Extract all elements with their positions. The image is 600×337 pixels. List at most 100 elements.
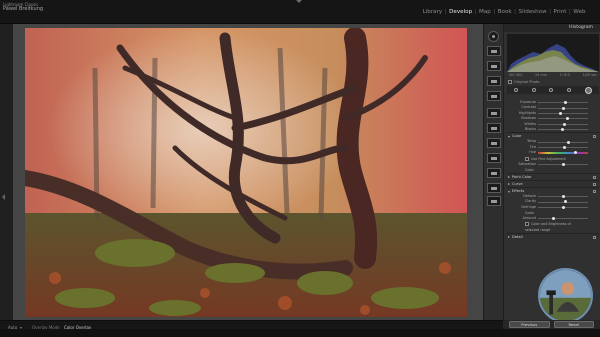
tool-strip (483, 24, 503, 320)
show-range-checkbox[interactable] (525, 222, 529, 227)
expand-left-panel-icon[interactable] (2, 194, 5, 200)
forest-photo[interactable] (25, 28, 467, 317)
shutter-readout: 1/25 sec (582, 73, 597, 77)
graduated-filter-icon[interactable] (487, 108, 501, 118)
slider-label: Highlights (518, 110, 536, 115)
identity-plate: Lightroom Classic Pawel Breitkung (3, 2, 43, 12)
hue-track[interactable] (538, 152, 588, 154)
section-toggle[interactable] (593, 175, 596, 179)
section-title: Color (512, 134, 522, 139)
slider-knob[interactable] (564, 200, 567, 204)
crop-tool-icon[interactable] (487, 46, 501, 56)
section-point-color[interactable]: Point Color (507, 172, 599, 180)
luminance-range-icon[interactable] (487, 183, 501, 193)
collapse-top-panel-icon[interactable] (296, 0, 302, 3)
slider-label: Contrast (521, 105, 537, 110)
redeye-icon[interactable] (549, 88, 554, 92)
slider-track[interactable] (538, 118, 588, 120)
show-range-label: Color and Brightness of (531, 222, 571, 227)
slider-track[interactable] (538, 102, 588, 104)
red-eye-icon[interactable] (487, 76, 501, 86)
mask-icon[interactable] (567, 88, 572, 92)
histogram-header[interactable]: Histogram (504, 24, 600, 32)
slider-knob[interactable] (564, 101, 567, 105)
heal-icon[interactable] (531, 88, 536, 92)
slider-label: Whites (524, 121, 536, 126)
module-slideshow[interactable]: Slideshow (516, 9, 549, 15)
slider-track[interactable] (538, 218, 588, 220)
module-picker: Library | Develop | Map | Book | Slideshow | … (420, 9, 588, 15)
section-detail[interactable]: Detail (507, 233, 599, 240)
original-photo-label: Original Photo (514, 80, 540, 84)
original-photo-row[interactable]: Original Photo (508, 80, 598, 84)
reset-button[interactable]: Reset (553, 321, 594, 328)
slider-track[interactable] (538, 113, 588, 114)
slider-knob[interactable] (562, 145, 566, 149)
slider-label: Exposure (520, 100, 536, 104)
module-book[interactable]: Book (495, 9, 514, 15)
spot-removal-icon[interactable] (487, 61, 501, 71)
color-label: Color (525, 167, 534, 172)
section-toggle[interactable] (593, 236, 596, 240)
slider-label: Amount (522, 216, 536, 221)
slider-knob[interactable] (565, 117, 569, 121)
section-toggle[interactable] (593, 135, 596, 139)
settings-icon[interactable] (487, 196, 501, 206)
user-name: Pawel Breitkung (3, 6, 44, 12)
panel-button-row: Previous Reset (503, 320, 600, 329)
adjustment-sliders: Exposure Contrast Highlights Shadows Whi… (507, 100, 599, 240)
original-photo-checkbox[interactable] (508, 80, 512, 84)
presenter-photo (540, 270, 591, 321)
fine-adjustment-label: Use Fine Adjustment (531, 156, 566, 161)
section-color[interactable]: Color (507, 132, 599, 139)
color-range-icon[interactable] (487, 168, 501, 178)
slider-knob[interactable] (551, 217, 555, 221)
slider-track[interactable] (538, 141, 588, 143)
slider-knob[interactable] (566, 140, 570, 144)
slider-knob[interactable] (561, 106, 565, 110)
filmstrip-bar (0, 329, 600, 337)
slider-label: Blacks (525, 126, 536, 131)
aperture-readout: f / 8.0 (559, 73, 570, 77)
slider-label: Saturation (518, 161, 536, 166)
brush-icon[interactable] (487, 138, 501, 148)
module-web[interactable]: Web (571, 9, 588, 15)
crop-icon[interactable] (513, 88, 518, 92)
slider-label: Hue (529, 150, 536, 155)
tool-icon-bar (507, 86, 599, 94)
section-title: Detail (512, 235, 523, 240)
module-library[interactable]: Library (420, 9, 445, 15)
range-mask-icon[interactable] (487, 153, 501, 163)
section-toggle[interactable] (593, 182, 596, 186)
left-panel-collapsed (0, 24, 13, 320)
section-title: Point Color (512, 174, 532, 179)
section-title: Effects (512, 188, 525, 193)
slider-knob[interactable] (561, 205, 565, 209)
previous-button[interactable]: Previous (509, 321, 550, 328)
slider-knob[interactable] (561, 162, 565, 166)
color-mask-icon[interactable] (585, 86, 593, 94)
section-toggle[interactable] (593, 189, 596, 193)
target-tool-icon[interactable] (488, 31, 499, 42)
fine-adjustment-checkbox[interactable] (525, 156, 529, 161)
section-curve[interactable]: Curve (507, 179, 599, 187)
slider-track[interactable] (538, 201, 588, 203)
forest-photo-image (25, 28, 467, 317)
image-canvas (13, 24, 483, 320)
module-print[interactable]: Print (551, 9, 569, 15)
slider-knob[interactable] (574, 151, 577, 155)
slider-label: Clarity (524, 199, 536, 204)
slider-knob[interactable] (562, 122, 566, 126)
section-effects[interactable]: Effects (507, 186, 599, 194)
slider-label: Tint (529, 144, 536, 149)
slider-knob[interactable] (560, 128, 564, 132)
show-range-label-2: selected range (525, 228, 551, 233)
slider-knob[interactable] (559, 111, 562, 115)
masking-icon[interactable] (487, 91, 501, 101)
section-title: Curve (512, 181, 523, 186)
radial-filter-icon[interactable] (487, 123, 501, 133)
slider-knob[interactable] (561, 195, 565, 199)
module-map[interactable]: Map (477, 9, 494, 15)
module-develop[interactable]: Develop (447, 9, 475, 15)
top-bar: Lightroom Classic Pawel Breitkung Librar… (0, 0, 600, 24)
